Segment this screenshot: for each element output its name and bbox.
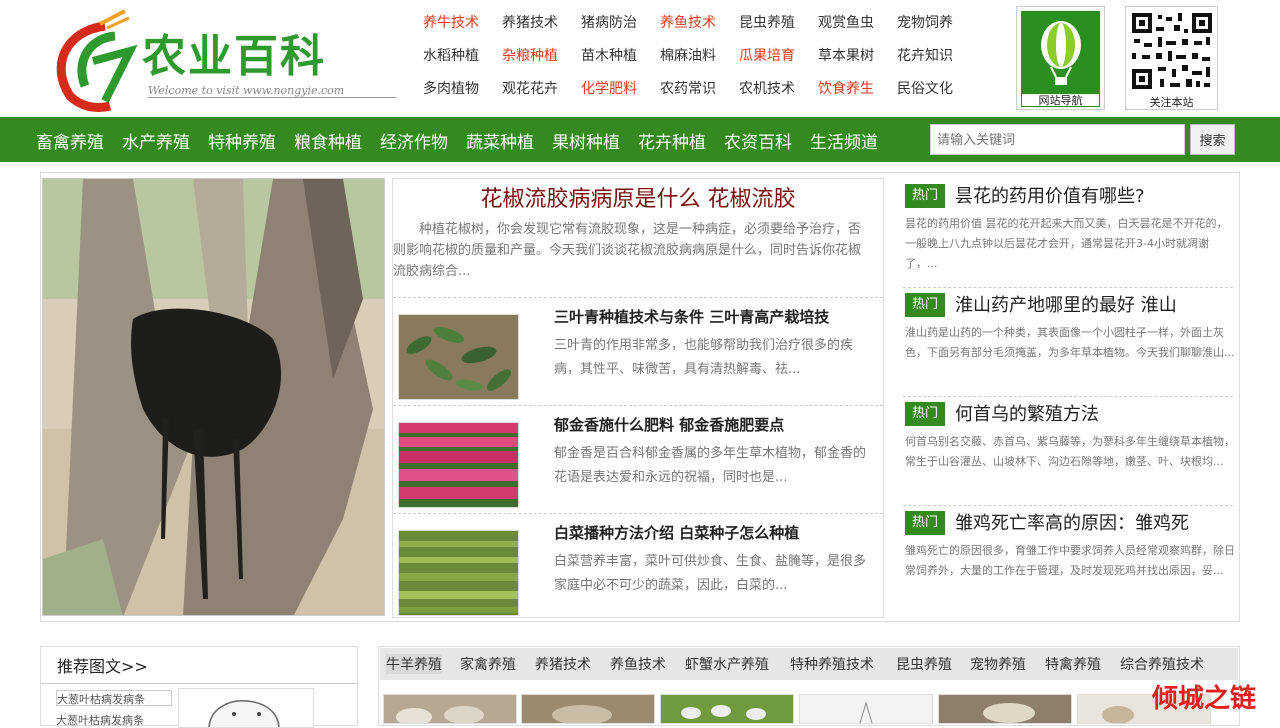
hot-badge: 热门 [905,511,945,535]
top-category-link[interactable]: 养猪技术 [502,12,558,32]
top-category-link[interactable]: 苗木种植 [581,45,637,65]
main-nav-item[interactable]: 经济作物 [380,128,448,153]
top-category-link[interactable]: 多肉植物 [423,78,479,98]
top-category-link[interactable]: 饮食养生 [818,78,874,98]
category-tab[interactable]: 特种养殖技术 [790,654,874,674]
qr-code: 关注本站 [1125,6,1218,110]
article-item[interactable]: 白菜播种方法介绍 白菜种子怎么种植 白菜营养丰富，菜叶可供炒食、生食、盐腌等，是… [393,513,883,621]
top-category-link[interactable]: 草本果树 [818,45,874,65]
qr-code-icon [1130,11,1214,91]
top-category-link[interactable]: 宠物饲养 [897,12,953,32]
top-category-link[interactable]: 民俗文化 [897,78,953,98]
site-navigation-button[interactable]: 网站导航 [1016,6,1105,110]
category-tab[interactable]: 养猪技术 [535,654,591,674]
top-category-link[interactable]: 观赏鱼虫 [818,12,874,32]
top-category-link[interactable]: 猪病防治 [581,12,637,32]
hot-badge: 热门 [905,293,945,317]
main-nav-item[interactable]: 农资百科 [724,128,792,153]
article-summary: 郁金香是百合科郁金香属的多年生草木植物，郁金香的花语是表达爱和永远的祝福，同时也… [554,446,867,485]
top-category-link[interactable]: 水稻种植 [423,45,479,65]
hot-title[interactable]: 昙花的药用价值有哪些? [955,182,1233,208]
recommended-link[interactable]: 大葱叶枯病发病条 [56,712,144,728]
article-title[interactable]: 三叶青种植技术与条件 三叶青高产栽培技 [554,306,829,327]
tree-trunk-photo [43,179,384,615]
article-summary: 白菜营养丰富，菜叶可供炒食、生食、盐腌等，是很多家庭中必不可少的蔬菜，因此，白菜… [554,554,867,593]
hot-badge: 热门 [905,184,945,208]
main-nav-item[interactable]: 畜禽养殖 [36,128,104,153]
top-category-link[interactable]: 棉麻油料 [660,45,716,65]
category-tab[interactable]: 特禽养殖 [1045,654,1101,674]
cartoon-image [179,689,313,727]
hot-summary: 雏鸡死亡的原因很多，育雏工作中要求饲养人员经常观察鸡群，除日常饲养外，大量的工作… [905,544,1235,577]
article-item[interactable]: 三叶青种植技术与条件 三叶青高产栽培技 三叶青的作用非常多，也能够帮助我们治疗很… [393,297,883,405]
hot-title[interactable]: 淮山药产地哪里的最好 淮山 [955,291,1233,317]
site-nav-caption: 网站导航 [1021,93,1100,107]
main-nav-item[interactable]: 蔬菜种植 [466,128,534,153]
hot-summary: 淮山药是山药的一个种类，其表面像一个小圆柱子一样，外面土灰色，下面另有部分毛须掩… [905,326,1235,359]
main-nav-item[interactable]: 生活频道 [810,128,878,153]
logo-emblem-icon [56,9,138,113]
logo-subtitle: Welcome to visit www.nongyie.com [148,84,396,98]
hot-air-balloon-icon [1041,21,1081,85]
article-thumbnail[interactable] [398,530,519,616]
article-item[interactable]: 郁金香施什么肥料 郁金香施肥要点 郁金香是百合科郁金香属的多年生草木植物，郁金香… [393,405,883,513]
hot-title[interactable]: 何首乌的繁殖方法 [955,400,1233,426]
hot-item[interactable]: 热门 何首乌的繁殖方法 何首乌别名交藤、赤首乌、紫乌藤等，为蓼科多年生缠绕草本植… [903,398,1235,506]
article-thumbnail[interactable] [398,422,519,508]
qr-caption: 关注本站 [1149,96,1194,109]
plant-leaves-image [399,315,518,399]
search-button[interactable]: 搜索 [1190,124,1235,155]
feature-article-section: 花椒流胶病病原是什么 花椒流胶 种植花椒树，你会发现它常有流胶现象，这是一种病症… [392,178,884,618]
site-header: 农业百科 Welcome to visit www.nongyie.com 养牛… [0,0,1280,117]
top-category-link[interactable]: 昆虫养殖 [739,12,795,32]
featured-image[interactable] [42,178,385,616]
article-thumbnail[interactable] [398,314,519,400]
category-tabs: 牛羊养殖 家禽养殖 养猪技术 养鱼技术 虾蟹水产养殖 特种养殖技术 昆虫养殖 宠物养殖 特禽养殖… [380,648,1238,680]
category-tab[interactable]: 养鱼技术 [610,654,666,674]
recommended-image-alt[interactable]: 大葱叶枯病发病条 [56,690,172,706]
tulip-field-image [399,423,518,507]
cabbage-seedlings-image [399,531,518,615]
hot-item[interactable]: 热门 雏鸡死亡率高的原因：雏鸡死 雏鸡死亡的原因很多，育雏工作中要求饲养人员经常… [903,507,1235,615]
top-category-link[interactable]: 养牛技术 [423,12,479,32]
article-title[interactable]: 白菜播种方法介绍 白菜种子怎么种植 [554,522,799,543]
category-tab[interactable]: 虾蟹水产养殖 [685,654,769,674]
hot-summary: 昙花的药用价值 昙花的花开起来大而又美，白天昙花是不开花的，一般晚上八九点钟以后… [905,217,1228,270]
top-category-link[interactable]: 花卉知识 [897,45,953,65]
main-nav-item[interactable]: 粮食种植 [294,128,362,153]
top-category-link[interactable]: 瓜果培育 [739,45,795,65]
top-category-link[interactable]: 农机技术 [739,78,795,98]
feature-title[interactable]: 花椒流胶病病原是什么 花椒流胶 [393,181,883,213]
hot-title[interactable]: 雏鸡死亡率高的原因：雏鸡死 [955,509,1233,535]
top-category-link[interactable]: 农药常识 [660,78,716,98]
recommended-heading: 推荐图文>> [57,657,148,676]
recommended-image[interactable] [178,688,314,728]
hot-item[interactable]: 热门 淮山药产地哪里的最好 淮山 淮山药是山药的一个种类，其表面像一个小圆柱子一… [903,289,1235,397]
main-nav-item[interactable]: 果树种植 [552,128,620,153]
top-category-link[interactable]: 化学肥料 [581,78,637,98]
top-category-link[interactable]: 杂粮种植 [502,45,558,65]
article-summary: 三叶青的作用非常多，也能够帮助我们治疗很多的疾病，其性平、味微苦，具有清热解毒、… [554,338,854,377]
logo-title: 农业百科 [142,31,326,82]
article-title[interactable]: 郁金香施什么肥料 郁金香施肥要点 [554,414,784,435]
top-category-link[interactable]: 观花花卉 [502,78,558,98]
top-category-link[interactable]: 养鱼技术 [660,12,716,32]
hot-item[interactable]: 热门 昙花的药用价值有哪些? 昙花的药用价值 昙花的花开起来大而又美，白天昙花是… [903,180,1233,288]
hot-badge: 热门 [905,402,945,426]
main-nav-item[interactable]: 水产养殖 [122,128,190,153]
category-tab[interactable]: 宠物养殖 [970,654,1026,674]
site-logo[interactable]: 农业百科 Welcome to visit www.nongyie.com [45,6,400,114]
main-nav-item[interactable]: 特种养殖 [208,128,276,153]
feature-description: 种植花椒树，你会发现它常有流胶现象，这是一种病症，必须要给予治疗，否则影响花椒的… [393,222,862,279]
category-tab[interactable]: 家禽养殖 [460,654,516,674]
category-tab[interactable]: 综合养殖技术 [1120,654,1204,674]
watermark-text: 倾城之链 [1152,684,1257,714]
hot-summary: 何首乌别名交藤、赤首乌、紫乌藤等，为蓼科多年生缠绕草本植物，常生于山谷灌丛、山坡… [905,435,1235,468]
category-tab[interactable]: 牛羊养殖 [386,654,442,674]
category-tab[interactable]: 昆虫养殖 [896,654,952,674]
search-input[interactable] [930,124,1185,155]
main-nav-item[interactable]: 花卉种植 [638,128,706,153]
